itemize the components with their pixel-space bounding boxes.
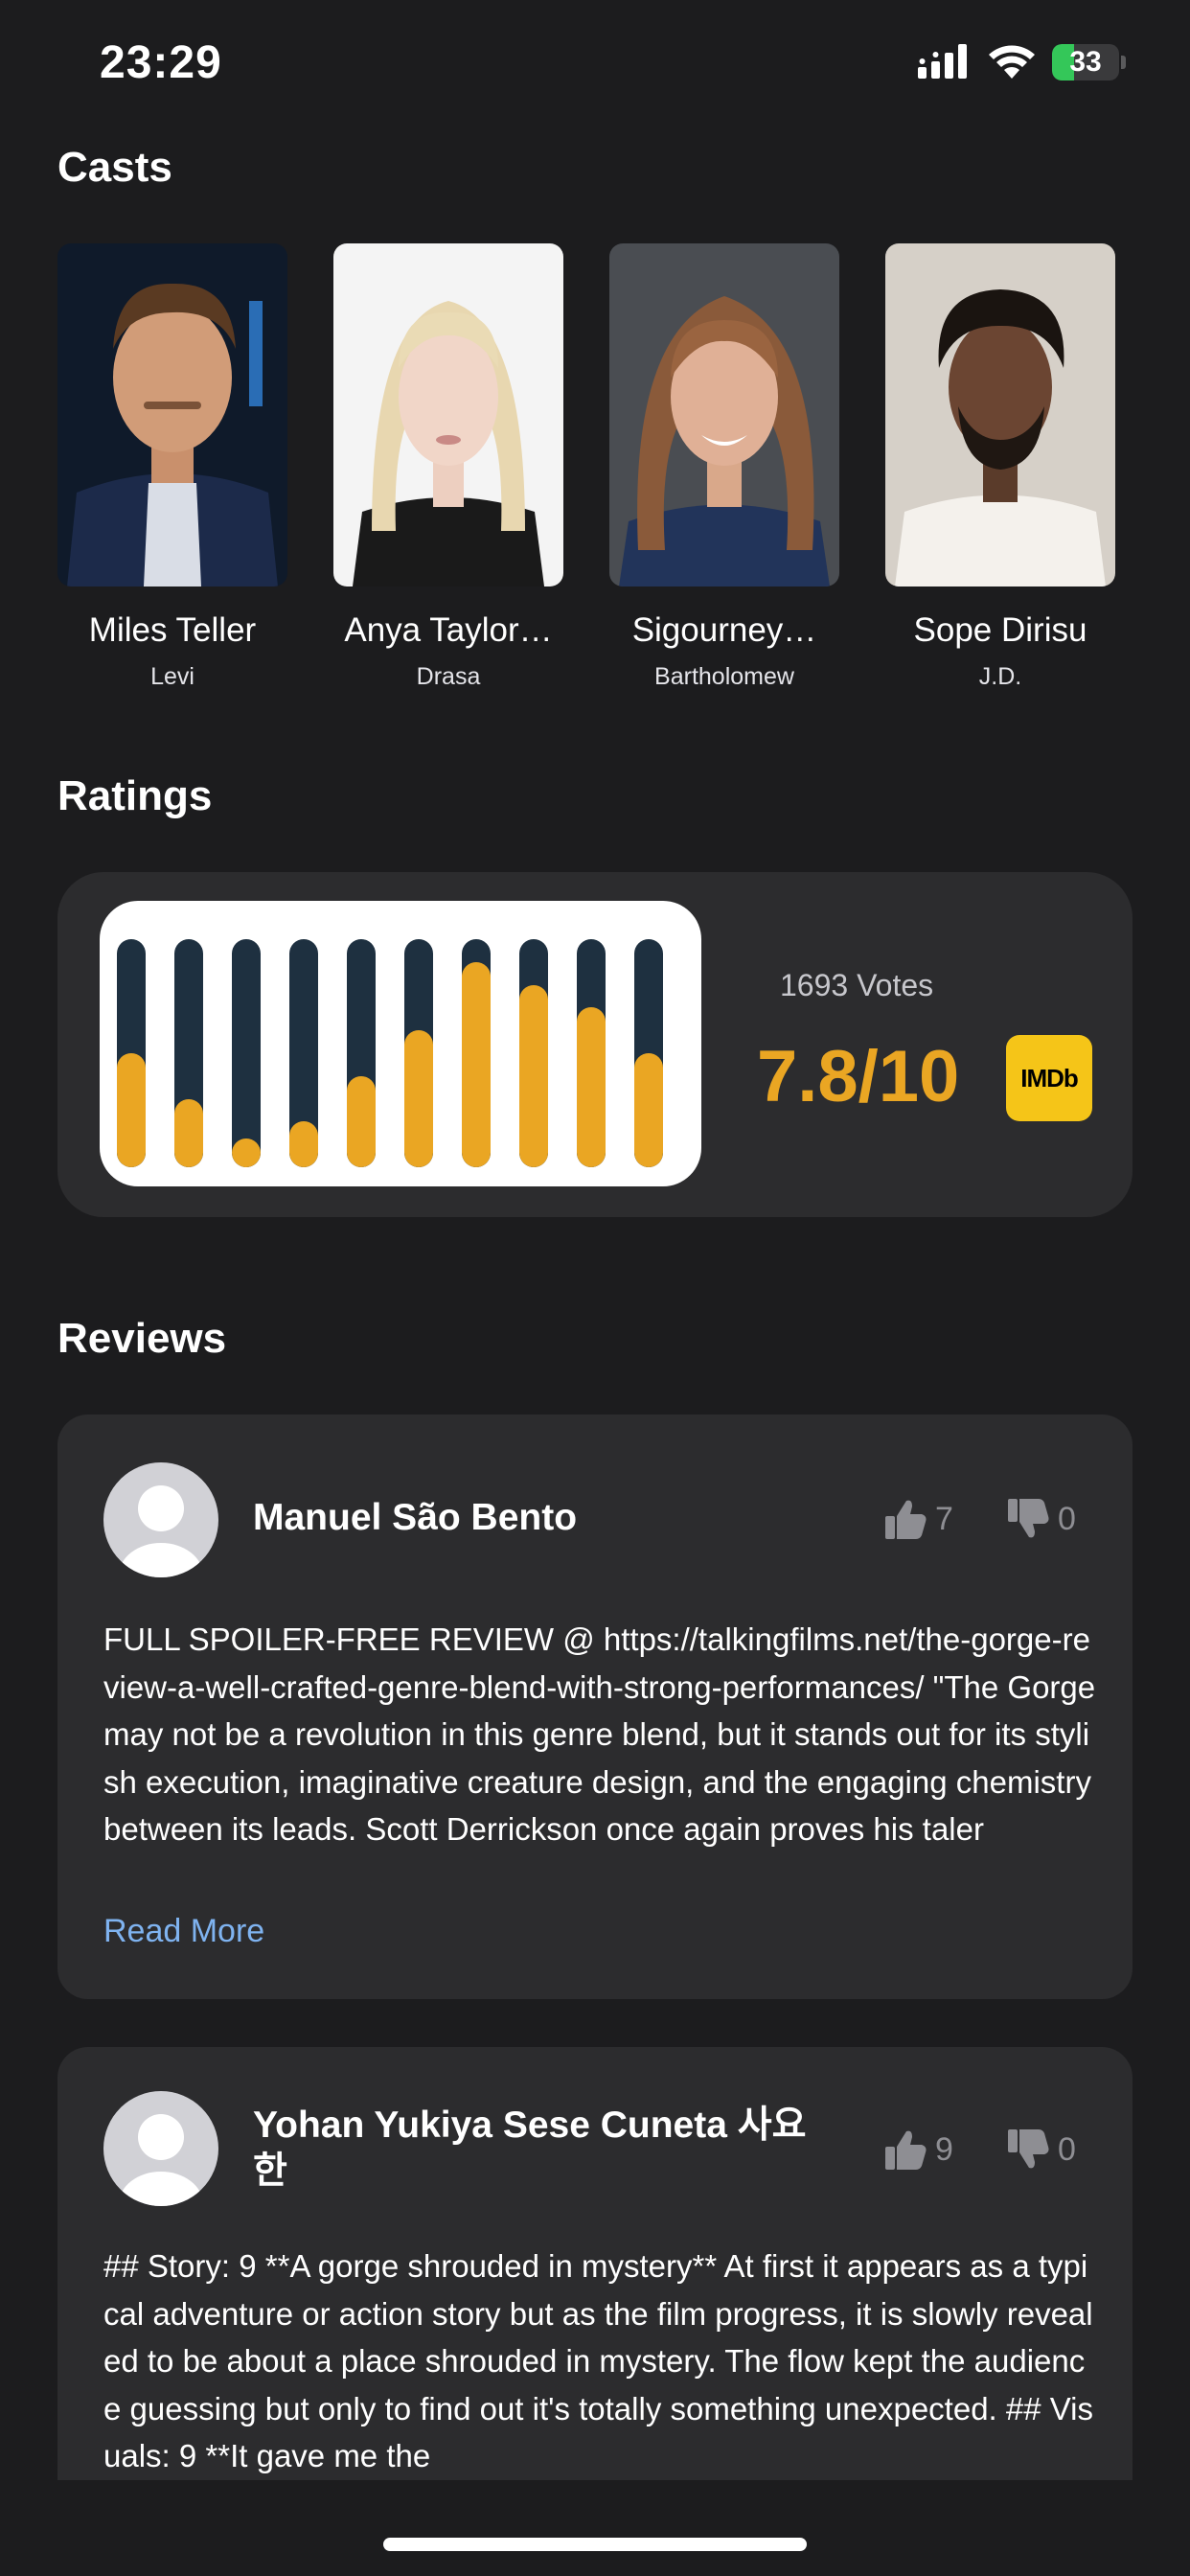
review-author: Yohan Yukiya Sese Cuneta 사요한 [253,2104,807,2192]
read-more-link[interactable]: Read More [103,1913,264,1950]
status-bar: 23:29 33 [0,0,1190,115]
cast-name: Sope Dirisu [913,611,1087,649]
rating-bar [462,939,491,1167]
rating-bar [117,939,146,1167]
rating-bar-fill [232,1138,261,1167]
like-count: 9 [935,2130,953,2168]
rating-bar-fill [404,1030,433,1167]
review-card: Yohan Yukiya Sese Cuneta 사요한 9 0 ## Stor… [57,2047,1133,2480]
movie-details-screen: 23:29 33 Casts Miles Teller Levi Anya Ta… [0,0,1190,2576]
rating-bar [634,939,663,1167]
cast-role: Drasa [416,663,481,690]
rating-bar [289,939,318,1167]
vote-count: 1693 Votes [780,968,934,1002]
status-time: 23:29 [100,37,222,88]
rating-bar [174,939,203,1167]
rating-bar [404,939,433,1167]
cast-photo [885,243,1115,586]
cast-card[interactable]: Sigourney… Bartholomew [609,243,839,691]
rating-bar-fill [117,1053,146,1167]
avatar [103,2091,218,2206]
like-button[interactable]: 9 [883,2126,953,2174]
rating-bar-fill [519,985,548,1167]
rating-bar-fill [174,1099,203,1167]
rating-bar-fill [462,962,491,1167]
cellular-signal-icon [918,44,967,79]
rating-bar-fill [289,1121,318,1167]
battery-indicator: 33 [1052,44,1126,80]
home-indicator[interactable] [383,2538,807,2551]
dislike-count: 0 [1058,2130,1076,2168]
imdb-logo-icon: IMDb [1006,1035,1092,1121]
rating-bar-fill [577,1007,606,1167]
rating-bar-fill [634,1053,663,1167]
thumbs-up-icon [885,1500,927,1539]
like-count: 7 [935,1500,953,1537]
cast-role: Bartholomew [654,663,794,690]
review-text: ## Story: 9 **A gorge shrouded in myster… [103,2248,1094,2473]
rating-score: 7.8/10 [757,1036,960,1117]
avatar [103,1462,218,1577]
cast-card[interactable]: Sope Dirisu J.D. [885,243,1115,691]
cast-name: Miles Teller [88,611,257,649]
cast-role: J.D. [978,663,1022,690]
ratings-card: 1693 Votes 7.8/10 IMDb [57,872,1133,1217]
rating-bar [347,939,376,1167]
cast-name: Sigourney… [631,611,817,649]
rating-distribution-chart [100,901,701,1186]
review-author: Manuel São Bento [253,1497,578,1538]
rating-bar [519,939,548,1167]
cast-card[interactable]: Anya Taylor… Drasa [333,243,563,691]
thumbs-down-icon [1008,2129,1049,2169]
rating-bar [577,939,606,1167]
dislike-count: 0 [1058,1500,1076,1537]
cast-photo [57,243,287,586]
dislike-button[interactable]: 0 [1006,2126,1076,2174]
cast-card[interactable]: Miles Teller Levi [57,243,287,691]
wifi-icon [989,45,1035,79]
ratings-section-title: Ratings [57,772,213,819]
rating-bar-fill [347,1076,376,1167]
cast-photo [609,243,839,586]
cast-name: Anya Taylor… [344,611,553,649]
casts-section-title: Casts [57,144,172,191]
review-card: Manuel São Bento 7 0 FULL SPOILER-FREE R… [57,1414,1133,1999]
reviews-section-title: Reviews [57,1315,227,1362]
rating-bar [232,939,261,1167]
cast-photo [333,243,563,586]
battery-percentage: 33 [1069,46,1102,78]
like-button[interactable]: 7 [883,1495,953,1543]
cast-role: Levi [150,663,195,690]
dislike-button[interactable]: 0 [1006,1495,1076,1543]
thumbs-down-icon [1008,1499,1049,1538]
review-text: FULL SPOILER-FREE REVIEW @ https://talki… [103,1622,1096,1847]
thumbs-up-icon [885,2130,927,2170]
